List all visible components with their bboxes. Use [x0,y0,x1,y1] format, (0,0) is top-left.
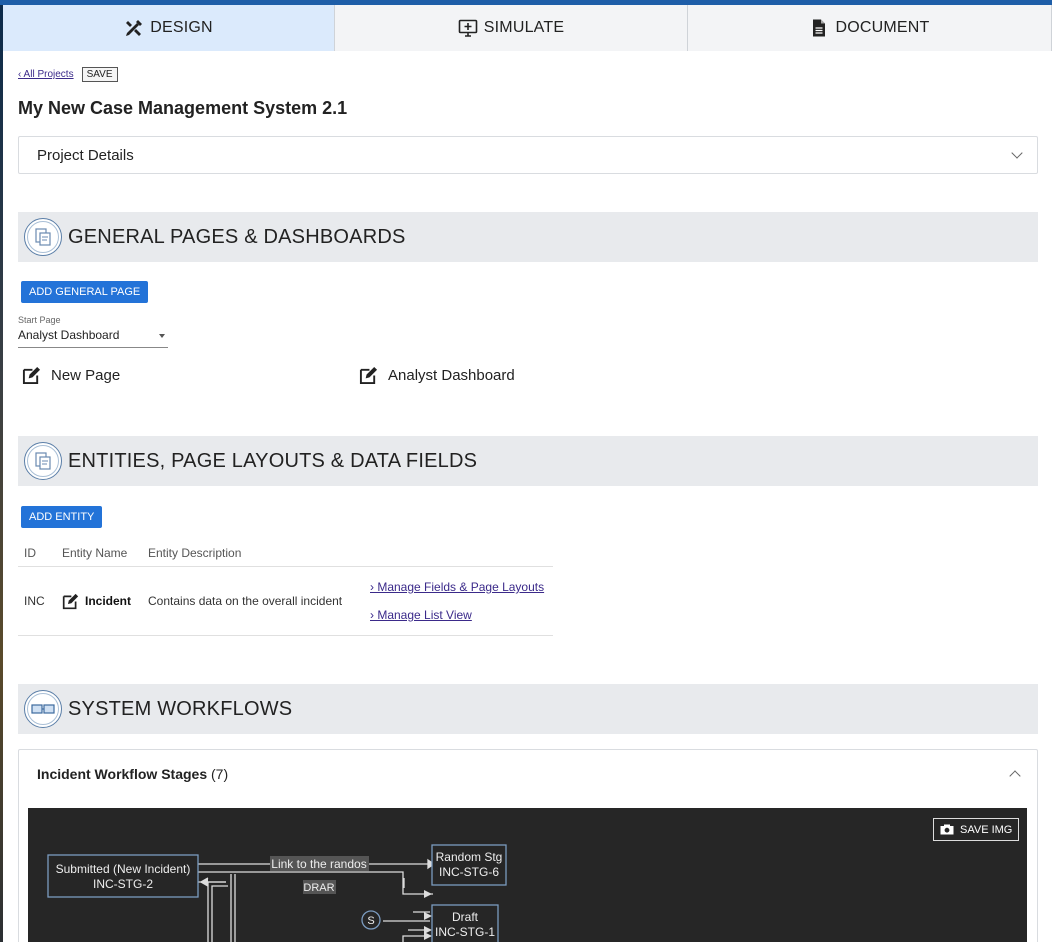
entities-section-icon [24,442,62,480]
column-header: ID [24,546,36,560]
project-details-accordion[interactable]: Project Details [18,136,1038,174]
edit-icon [359,366,378,385]
design-tools-icon [126,20,143,36]
add-general-page-button[interactable]: ADD GENERAL PAGE [21,281,149,303]
document-icon [813,19,826,37]
main-tabs: DESIGN SIMULATE DOCUMENT [3,5,1052,51]
entities-heading: ENTITIES, PAGE LAYOUTS & DATA FIELDS [68,449,478,472]
app-root: DESIGN SIMULATE DOCUMENT ‹ All Projects … [0,0,1052,942]
entity-name-cell: Incident [56,566,142,636]
entity-links: › Manage Fields & Page Layouts › Manage … [364,566,553,636]
workflow-diagram: SAVE IMG Link to the randos DRAR Submitt… [28,808,1027,942]
column-header: Entity Name [62,546,128,560]
manage-list-view-link[interactable]: › Manage List View [370,601,547,629]
breadcrumb: ‹ All Projects SAVE [18,67,118,82]
page-item-label: Analyst Dashboard [388,367,515,384]
dropdown-arrow-icon [159,334,165,338]
start-marker-label: S [367,915,374,927]
edit-icon[interactable] [62,593,79,610]
workflows-heading: SYSTEM WORKFLOWS [68,697,293,720]
workflow-panel-name: Incident Workflow Stages [37,766,208,782]
window-edge [0,0,3,942]
node-id: INC-STG-2 [93,877,153,891]
node-title: Random Stg [436,850,503,864]
entity-id: INC [18,566,56,636]
workflow-graph: Link to the randos DRAR Submitted (New I… [47,844,507,942]
general-pages-header: GENERAL PAGES & DASHBOARDS [18,212,1038,262]
edge-label: DRAR [303,882,334,894]
project-details-label: Project Details [37,146,134,164]
general-pages-heading: GENERAL PAGES & DASHBOARDS [68,225,406,248]
node-id: INC-STG-1 [435,925,495,939]
workflow-panel-title[interactable]: Incident Workflow Stages (7) [37,766,228,782]
start-page-label: Start Page [18,315,61,325]
entity-name: Incident [85,594,132,608]
tab-simulate[interactable]: SIMULATE [335,5,688,51]
simulate-monitor-icon [458,19,478,37]
tab-design[interactable]: DESIGN [3,5,335,51]
pages-section-icon [24,218,62,256]
tab-simulate-label: SIMULATE [483,19,565,36]
chevron-down-icon [1011,147,1023,159]
edge-label: Link to the randos [271,857,366,871]
tab-document-label: DOCUMENT [835,19,930,36]
chevron-up-icon[interactable] [1009,770,1021,782]
entity-description: Contains data on the overall incident [142,566,364,636]
workflow-stage-count: (7) [211,766,229,782]
node-id: INC-STG-6 [439,865,499,879]
workflow-section-icon [24,690,62,728]
column-header: Entity Description [148,546,242,560]
entities-table: ID Entity Name Entity Description INC In… [18,540,553,636]
add-entity-button[interactable]: ADD ENTITY [21,506,103,528]
node-title: Submitted (New Incident) [56,862,191,876]
edit-icon [22,366,41,385]
page-title: My New Case Management System 2.1 [18,98,348,118]
entities-header: ENTITIES, PAGE LAYOUTS & DATA FIELDS [18,436,1038,486]
node-title: Draft [452,910,479,924]
manage-fields-link[interactable]: › Manage Fields & Page Layouts [370,573,547,601]
save-button[interactable]: SAVE [81,67,118,82]
workflows-header: SYSTEM WORKFLOWS [18,684,1038,734]
page-item[interactable]: Analyst Dashboard [359,366,515,385]
table-row: INC Incident Contains data on the overal… [18,566,553,636]
start-page-select[interactable]: Analyst Dashboard [18,328,168,348]
all-projects-link[interactable]: ‹ All Projects [18,69,74,80]
page-item[interactable]: New Page [22,366,120,385]
tab-design-label: DESIGN [150,19,213,36]
start-page-value: Analyst Dashboard [18,328,120,342]
tab-document[interactable]: DOCUMENT [688,5,1052,51]
page-item-label: New Page [51,367,121,384]
